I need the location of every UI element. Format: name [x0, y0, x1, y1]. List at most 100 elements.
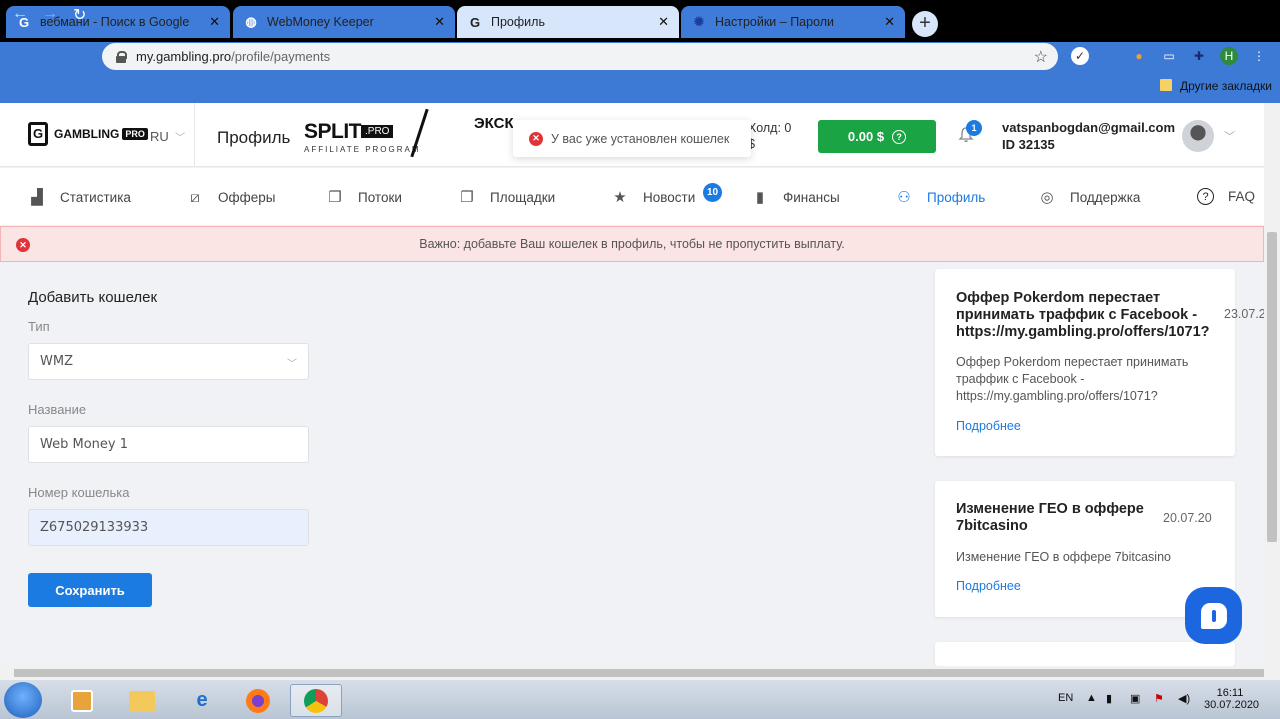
nav-item-news[interactable]: ★ Новости	[611, 188, 695, 206]
wallet-number-field[interactable]: Z675029133933	[28, 509, 309, 546]
nav-item-label: Статистика	[60, 189, 131, 205]
language-value: RU	[150, 129, 169, 144]
cookie-extension-icon[interactable]: ●	[1130, 47, 1148, 65]
note-extension-icon[interactable]: ▭	[1160, 47, 1178, 65]
notification-count-badge: 1	[966, 120, 982, 136]
logo-badge: PRO	[122, 128, 148, 140]
vertical-scroll-thumb[interactable]	[1267, 232, 1277, 542]
close-icon[interactable]: ✕	[434, 14, 445, 30]
toast-message: У вас уже установлен кошелек	[551, 131, 730, 146]
bookmarks-bar	[0, 72, 1280, 103]
error-icon: ✕	[529, 131, 543, 146]
news-body-line: Изменение ГЕО в оффере 7bitcasino	[956, 550, 1171, 564]
tray-expand-icon[interactable]: ▲	[1086, 692, 1097, 704]
browser-tab-google-search[interactable]: G вебмани - Поиск в Google ✕	[6, 6, 230, 38]
page-title: Профиль	[217, 128, 291, 147]
chevron-down-icon: ﹀	[172, 133, 186, 144]
new-tab-button[interactable]: +	[912, 11, 938, 37]
nav-item-finances[interactable]: ▮ Финансы	[751, 188, 840, 206]
reload-icon[interactable]: ↻	[73, 5, 86, 25]
nav-item-statistics[interactable]: ▟ Статистика	[28, 188, 131, 206]
horizontal-scroll-thumb[interactable]	[14, 669, 1264, 677]
news-body-line: траффик с Facebook -	[956, 372, 1085, 386]
shield-extension-icon[interactable]: ✓	[1071, 47, 1089, 65]
copy-icon: ❐	[460, 189, 474, 206]
news-body-line: Оффер Pokerdom перестает принимать	[956, 355, 1189, 369]
news-read-more-link[interactable]: Подробнее	[956, 579, 1021, 593]
balance-button[interactable]: 0.00 $ ?	[818, 120, 936, 153]
nav-item-faq[interactable]: ? FAQ	[1197, 188, 1255, 205]
forward-arrow-icon[interactable]: →	[42, 5, 58, 23]
split-logo-text: SPLIT	[304, 120, 362, 143]
internet-explorer-icon[interactable]: e	[176, 684, 228, 717]
wallet-type-select[interactable]: WMZ	[28, 343, 309, 380]
file-explorer-icon[interactable]	[116, 684, 168, 717]
nav-item-label: Офферы	[218, 189, 276, 205]
alert-message: Важно: добавьте Ваш кошелек в профиль, ч…	[419, 237, 845, 251]
start-button[interactable]	[4, 682, 42, 718]
site-logo[interactable]: G GAMBLING PRO	[28, 122, 148, 146]
device-icon[interactable]: ▣	[1130, 692, 1140, 705]
news-card	[935, 642, 1235, 666]
nav-item-offers[interactable]: ⧄ Офферы	[186, 188, 275, 206]
network-icon[interactable]: ▮	[1106, 692, 1112, 705]
close-icon[interactable]: ✕	[209, 14, 220, 30]
save-button[interactable]: Сохранить	[28, 573, 152, 607]
form-title: Добавить кошелек	[28, 289, 158, 306]
promo-text: ЭКСК	[474, 115, 514, 132]
tab-title: вебмани - Поиск в Google	[40, 15, 190, 29]
nav-item-profile[interactable]: ⚇ Профиль	[895, 188, 985, 206]
other-bookmarks[interactable]: Другие закладки	[1180, 79, 1272, 93]
chevron-down-icon: ﹀	[287, 359, 297, 370]
bar-chart-icon: ▟	[31, 189, 43, 206]
tab-title: Настройки – Пароли	[715, 15, 835, 29]
chart-box-icon: ⧄	[190, 188, 200, 206]
chevron-down-icon[interactable]: ﹀	[1224, 128, 1235, 144]
keyboard-language[interactable]: EN	[1058, 692, 1073, 704]
browser-tab-profile[interactable]: G Профиль ✕	[457, 6, 679, 38]
profile-avatar[interactable]: H	[1220, 47, 1238, 65]
hold-amount: Холд: 0	[748, 121, 792, 135]
taskbar-clock[interactable]: 16:11 30.07.2020	[1204, 687, 1260, 711]
news-title-line: Изменение ГЕО в оффере	[956, 501, 1144, 517]
wallet-name-field[interactable]: Web Money 1	[28, 426, 309, 463]
folder-icon	[1160, 79, 1172, 91]
language-selector[interactable]: RU ﹀	[150, 129, 185, 144]
news-card-body: Оффер Pokerdom перестает принимать трафф…	[956, 354, 1188, 405]
nav-item-label: Поддержка	[1070, 189, 1141, 205]
nav-item-platforms[interactable]: ❐ Площадки	[458, 188, 555, 206]
split-logo-tagline: AFFILIATE PROGRAM	[304, 145, 421, 154]
nav-item-support[interactable]: ◎ Поддержка	[1038, 188, 1140, 206]
news-count-badge: 10	[703, 183, 722, 202]
close-icon[interactable]: ✕	[884, 14, 895, 30]
tab-title: Профиль	[491, 15, 545, 29]
flag-icon[interactable]: ⚑	[1154, 692, 1164, 705]
bookmark-star-icon[interactable]: ☆	[1034, 47, 1048, 67]
back-arrow-icon[interactable]: ←	[12, 5, 28, 23]
chrome-icon[interactable]	[290, 684, 342, 717]
browser-tab-settings[interactable]: ✹ Настройки – Пароли ✕	[681, 6, 905, 38]
close-icon[interactable]: ✕	[658, 14, 669, 30]
browser-tab-webmoney[interactable]: ◍ WebMoney Keeper ✕	[233, 6, 455, 38]
news-read-more-link[interactable]: Подробнее	[956, 419, 1021, 433]
firefox-icon[interactable]	[232, 684, 284, 717]
volume-icon[interactable]: ◀)	[1178, 692, 1190, 705]
split-pro-banner[interactable]: SPLIT .PRO AFFILIATE PROGRAM	[304, 120, 421, 154]
lock-icon	[116, 50, 127, 63]
media-player-icon[interactable]	[56, 684, 108, 717]
nav-item-streams[interactable]: ❐ Потоки	[326, 188, 402, 206]
tab-title: WebMoney Keeper	[267, 15, 374, 29]
name-label: Название	[28, 402, 87, 417]
puzzle-extensions-icon[interactable]: ✚	[1190, 47, 1208, 65]
menu-dots-icon[interactable]: ⋮	[1250, 47, 1268, 65]
avatar[interactable]	[1182, 120, 1214, 152]
nav-item-label: Новости	[643, 189, 696, 205]
type-label: Тип	[28, 319, 50, 334]
nav-item-label: Потоки	[358, 189, 402, 205]
chat-widget-button[interactable]	[1185, 587, 1242, 644]
clock-date: 30.07.2020	[1204, 699, 1260, 711]
user-email[interactable]: vatspanbogdan@gmail.com	[1002, 120, 1175, 135]
news-card-title: Изменение ГЕО в оффере 7bitcasino	[956, 501, 1144, 535]
question-icon: ?	[892, 129, 907, 144]
address-bar[interactable]: my.gambling.pro/profile/payments ☆	[102, 43, 1058, 70]
